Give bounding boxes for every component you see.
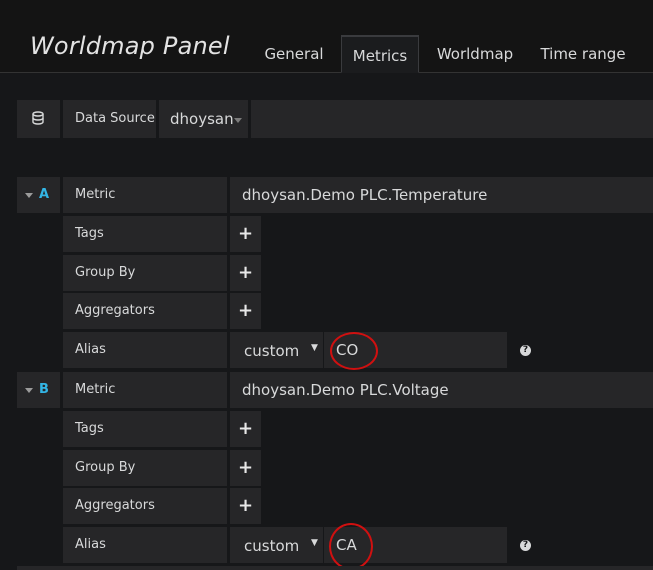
add-group-by-button[interactable]: + [230, 450, 261, 486]
alias-mode-value: custom [244, 537, 300, 555]
caret-down-icon [234, 118, 242, 123]
group-by-label: Group By [63, 450, 227, 486]
alias-mode-select[interactable]: custom ▼ [230, 332, 323, 368]
annotation-circle [330, 332, 378, 370]
aggregators-label: Aggregators [63, 293, 227, 329]
metric-label: Metric [63, 372, 227, 408]
alias-label: Alias [63, 332, 227, 368]
add-tag-button[interactable]: + [230, 411, 261, 447]
help-icon[interactable]: ? [520, 345, 531, 356]
add-group-by-button[interactable]: + [230, 255, 261, 291]
query-letter: A [39, 187, 50, 202]
datasource-label: Data Source [63, 100, 156, 138]
metric-value[interactable]: dhoysan.Demo PLC.Voltage [230, 372, 653, 408]
datasource-select[interactable]: dhoysan [159, 100, 248, 138]
datasource-filler [251, 100, 653, 138]
tab-general[interactable]: General [258, 36, 330, 72]
query-letter: B [39, 382, 49, 397]
alias-label: Alias [63, 527, 227, 563]
dropdown-arrow-icon: ▼ [311, 538, 318, 548]
query-b-header[interactable]: B [17, 372, 60, 408]
query-a-header[interactable]: A [17, 177, 60, 213]
database-icon [32, 111, 44, 125]
alias-mode-select[interactable]: custom ▼ [230, 527, 323, 563]
metric-value[interactable]: dhoysan.Demo PLC.Temperature [230, 177, 653, 213]
datasource-value: dhoysan [170, 110, 234, 128]
next-row-edge [17, 566, 653, 570]
alias-mode-value: custom [244, 342, 300, 360]
help-icon[interactable]: ? [520, 540, 531, 551]
collapse-icon[interactable] [25, 388, 33, 393]
header-divider [0, 72, 653, 73]
tags-label: Tags [63, 411, 227, 447]
tab-worldmap[interactable]: Worldmap [432, 36, 518, 72]
tags-label: Tags [63, 216, 227, 252]
tab-time-range[interactable]: Time range [536, 36, 630, 72]
panel-title: Worldmap Panel [30, 32, 230, 60]
aggregators-label: Aggregators [63, 488, 227, 524]
collapse-icon[interactable] [25, 193, 33, 198]
add-aggregator-button[interactable]: + [230, 293, 261, 329]
group-by-label: Group By [63, 255, 227, 291]
datasource-icon-cell [17, 100, 60, 138]
add-tag-button[interactable]: + [230, 216, 261, 252]
tab-metrics[interactable]: Metrics [341, 35, 419, 73]
add-aggregator-button[interactable]: + [230, 488, 261, 524]
dropdown-arrow-icon: ▼ [311, 343, 318, 353]
annotation-circle [329, 523, 373, 570]
metric-label: Metric [63, 177, 227, 213]
